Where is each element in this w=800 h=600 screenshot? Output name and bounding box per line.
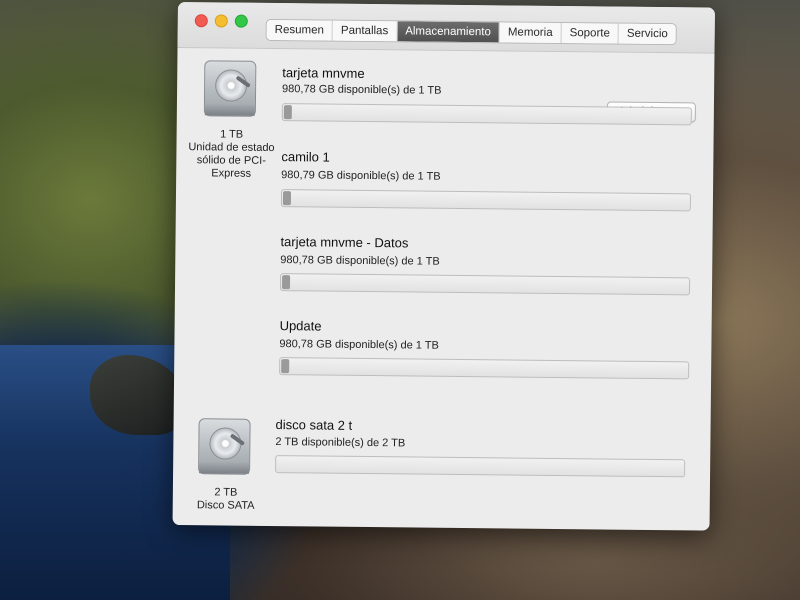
tab-memoria[interactable]: Memoria [499, 22, 562, 44]
storage-usage-bar [280, 189, 692, 212]
volume-available-text: 980,78 GB disponible(s) de 1 TB [279, 338, 439, 352]
about-this-mac-window: Resumen Pantallas Almacenamiento Memoria… [172, 2, 715, 531]
drive-capacity-label: 2 TB [214, 486, 238, 499]
storage-usage-bar [281, 103, 692, 126]
storage-usage-bar [279, 273, 691, 296]
storage-usage-fill [281, 275, 291, 290]
volume-name: tarjeta mnvme - Datos [280, 234, 409, 251]
hard-drive-icon [203, 60, 257, 117]
volume-available-text: 980,78 GB disponible(s) de 1 TB [282, 83, 442, 97]
storage-usage-bar [279, 357, 690, 380]
storage-usage-fill [283, 105, 293, 120]
storage-usage-fill [282, 191, 292, 206]
tab-servicio[interactable]: Servicio [618, 23, 676, 45]
drive-type-label: Disco SATA [196, 499, 255, 512]
storage-usage-fill [281, 359, 290, 374]
volume-available-text: 980,78 GB disponible(s) de 1 TB [280, 254, 440, 268]
hard-drive-icon [198, 418, 251, 475]
drive-type-label: Unidad de estado sólido de PCI-Express [188, 141, 275, 180]
volume-available-text: 2 TB disponible(s) de 2 TB [275, 436, 406, 450]
volume-name: tarjeta mnvme [282, 65, 365, 81]
minimize-window-button[interactable] [214, 14, 228, 28]
volume-available-text: 980,79 GB disponible(s) de 1 TB [281, 169, 441, 183]
drive-caption: 1 TB Unidad de estado sólido de PCI-Expr… [181, 128, 282, 181]
tab-bar: Resumen Pantallas Almacenamiento Memoria… [265, 18, 677, 46]
tab-resumen[interactable]: Resumen [266, 19, 334, 41]
storage-usage-bar [275, 455, 686, 478]
tab-soporte[interactable]: Soporte [561, 23, 620, 44]
tab-pantallas[interactable]: Pantallas [332, 20, 398, 42]
tab-almacenamiento[interactable]: Almacenamiento [397, 21, 500, 43]
volume-name: camilo 1 [281, 149, 330, 165]
volume-name: disco sata 2 t [275, 417, 353, 433]
close-window-button[interactable] [194, 14, 208, 28]
drive-caption: 2 TB Disco SATA [176, 486, 276, 513]
window-titlebar: Resumen Pantallas Almacenamiento Memoria… [177, 2, 715, 54]
drive-capacity-label: 1 TB [220, 128, 244, 141]
zoom-window-button[interactable] [234, 14, 248, 28]
volume-name: Update [279, 318, 322, 334]
